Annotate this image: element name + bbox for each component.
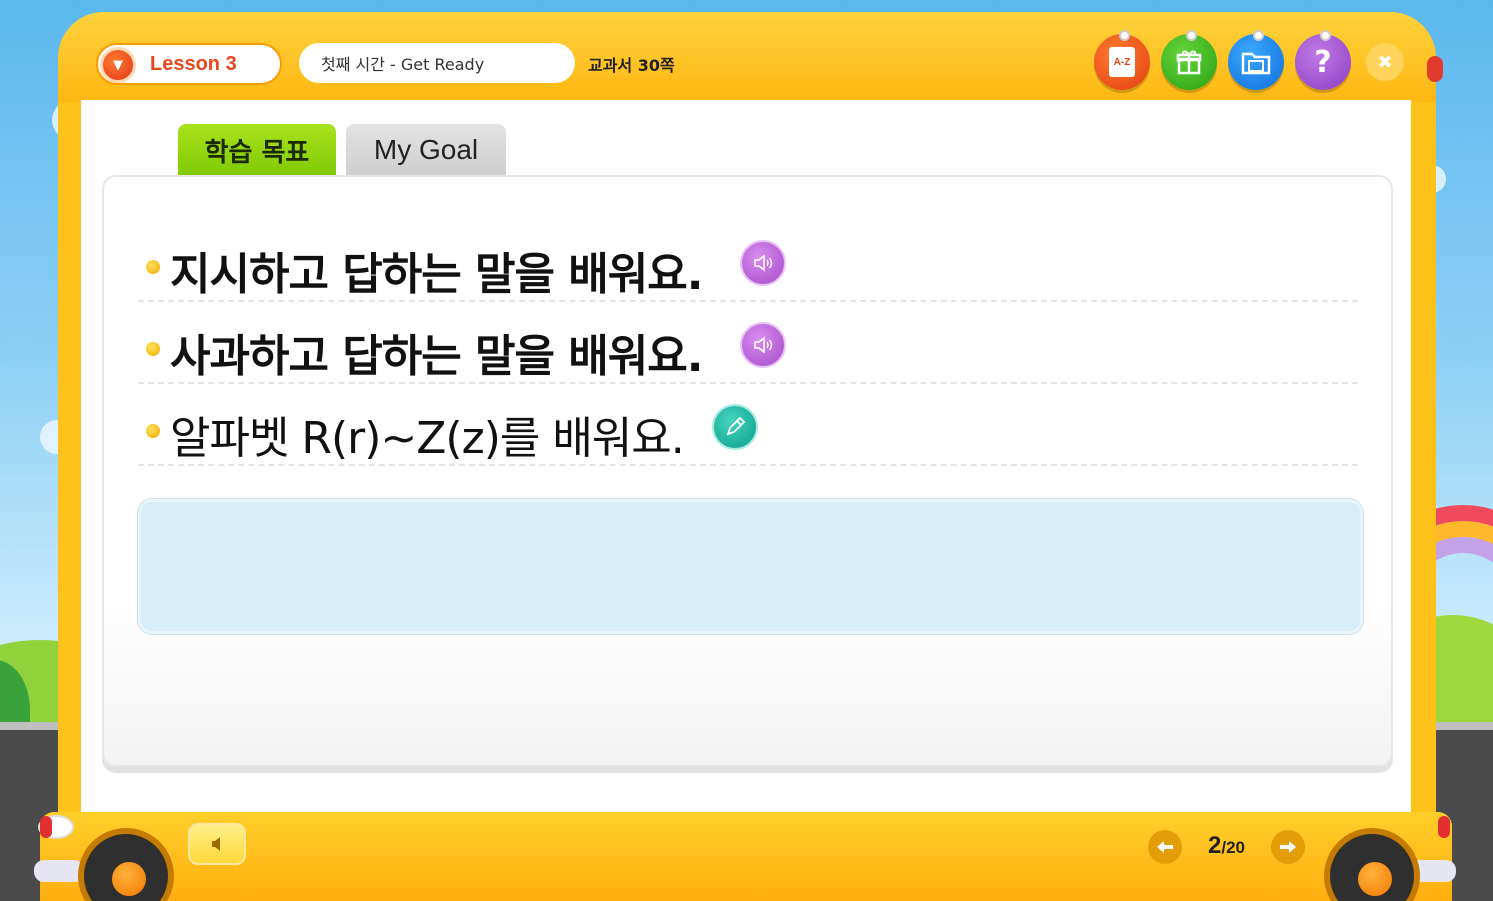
lesson-dropdown-button[interactable]: ▼ [100,47,136,83]
speaker-icon [754,254,773,272]
lesson-title-text: 첫째 시간 - Get Ready [321,55,485,74]
goal-text: 알파벳 R(r)~Z(z)를 배워요. [170,413,685,464]
gift-icon [1176,50,1202,75]
writing-practice-button[interactable] [712,404,758,450]
current-page: 2 [1208,832,1222,859]
materials-button[interactable] [1228,30,1284,90]
page-indicator: 2/20 [1208,832,1245,860]
play-audio-button[interactable] [740,240,786,286]
next-page-button[interactable] [1271,830,1305,864]
bullet-icon [146,424,160,438]
lesson-selector[interactable]: ▼ Lesson 3 [96,43,282,85]
dictionary-button[interactable]: A-Z [1094,30,1150,90]
goal-text: 지시하고 답하는 말을 배워요. [170,249,703,300]
goal-item: 사과하고 답하는 말을 배워요. [138,304,1358,384]
pencil-icon [726,416,746,436]
tail-light-decoration [40,816,52,838]
previous-page-button[interactable] [1148,830,1182,864]
tab-learning-goal[interactable]: 학습 목표 [178,124,336,176]
answer-area[interactable] [138,499,1363,634]
mirror-light-icon [1427,56,1443,82]
play-audio-button[interactable] [740,322,786,368]
arrow-left-icon [1157,841,1173,853]
sound-toggle-button[interactable] [188,823,246,865]
textbook-page-ref: 교과서 30쪽 [588,56,675,75]
close-button[interactable]: ✖ [1366,43,1404,81]
tail-light-decoration [1438,816,1450,838]
question-mark-icon: ? [1314,44,1332,80]
close-icon: ✖ [1377,51,1393,73]
goal-item: 알파벳 R(r)~Z(z)를 배워요. [138,386,1358,466]
goal-text: 사과하고 답하는 말을 배워요. [170,331,703,382]
lesson-label: Lesson 3 [150,53,237,75]
az-dictionary-icon: A-Z [1109,47,1135,77]
lesson-title: 첫째 시간 - Get Ready [299,43,575,83]
bullet-icon [146,260,160,274]
wheel-hub [1358,862,1392,896]
tab-my-goal[interactable]: My Goal [346,124,506,176]
az-icon-label: A-Z [1113,56,1131,68]
chevron-down-icon: ▼ [113,57,123,73]
bumper-decoration [34,860,84,882]
folder-icon [1241,52,1271,75]
volume-icon [212,837,220,851]
help-button[interactable]: ? [1295,30,1351,90]
speaker-icon [754,336,773,354]
goal-item: 지시하고 답하는 말을 배워요. [138,222,1358,302]
reward-button[interactable] [1161,30,1217,90]
arrow-right-icon [1280,841,1296,853]
total-pages: /20 [1221,838,1245,857]
wheel-hub [112,862,146,896]
bullet-icon [146,342,160,356]
